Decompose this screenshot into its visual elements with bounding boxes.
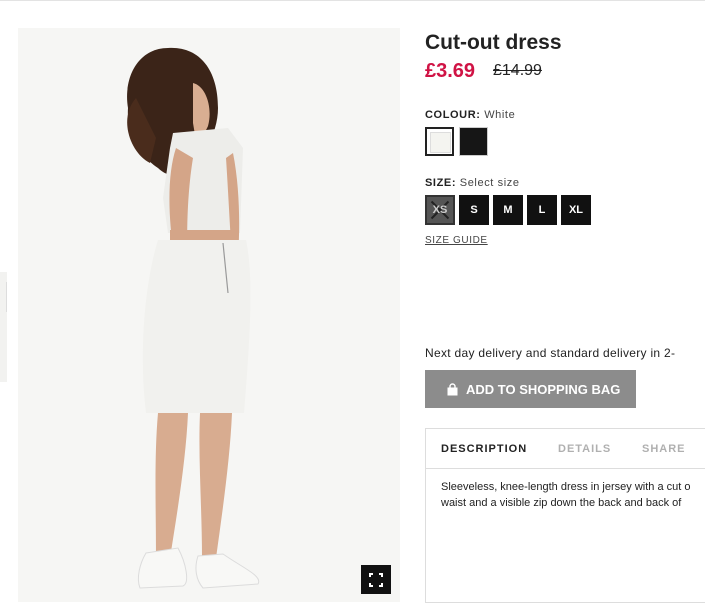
product-image [18, 28, 400, 602]
size-option-m[interactable]: M [493, 195, 523, 225]
colour-swatch-black[interactable] [459, 127, 488, 156]
size-option-label: L [538, 204, 546, 216]
tab-share[interactable]: SHARE [642, 443, 686, 455]
description-line: Sleeveless, knee-length dress in jersey … [441, 481, 691, 493]
shopping-bag-icon [447, 382, 458, 395]
product-title: Cut-out dress [425, 31, 562, 54]
size-option-xs[interactable]: XS [425, 195, 455, 225]
size-guide-link[interactable]: SIZE GUIDE [425, 235, 488, 246]
previous-image-thumbnail[interactable] [0, 272, 7, 382]
tab-description[interactable]: DESCRIPTION [441, 443, 527, 455]
tab-details[interactable]: DETAILS [558, 443, 611, 455]
size-option-label: XL [568, 204, 584, 216]
product-info-tabs: DESCRIPTION DETAILS SHARE Sleeveless, kn… [425, 428, 705, 603]
add-to-bag-label: ADD TO SHOPPING BAG [466, 381, 621, 397]
colour-swatch-white[interactable] [425, 127, 454, 156]
colour-value: White [484, 109, 516, 121]
size-option-xl[interactable]: XL [561, 195, 591, 225]
size-label: SIZE: Select size [425, 177, 520, 189]
top-divider [0, 0, 705, 1]
description-text: Sleeveless, knee-length dress in jersey … [441, 479, 705, 511]
fullscreen-icon [369, 573, 383, 587]
fullscreen-button[interactable] [361, 565, 391, 594]
tab-bar: DESCRIPTION DETAILS SHARE [426, 429, 705, 469]
size-label-text: SIZE: [425, 177, 457, 189]
colour-label: COLOUR: White [425, 109, 515, 121]
size-option-label: XS [432, 204, 448, 216]
size-option-s[interactable]: S [459, 195, 489, 225]
size-option-l[interactable]: L [527, 195, 557, 225]
add-to-bag-button[interactable]: ADD TO SHOPPING BAG [425, 370, 636, 408]
sale-price: £3.69 [425, 60, 476, 82]
size-value: Select size [459, 177, 520, 189]
original-price: £14.99 [493, 62, 542, 79]
size-option-label: S [470, 204, 478, 216]
size-option-label: M [503, 204, 513, 216]
colour-label-text: COLOUR: [425, 109, 481, 121]
delivery-info: Next day delivery and standard delivery … [425, 346, 676, 360]
description-line: waist and a visible zip down the back an… [441, 497, 682, 509]
